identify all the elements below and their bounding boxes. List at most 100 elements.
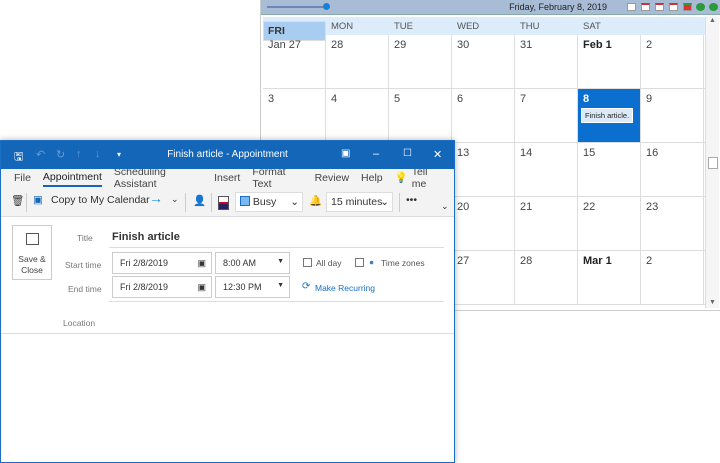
day-view-icon[interactable] — [627, 3, 636, 11]
day-number: 14 — [520, 147, 533, 159]
day-cell[interactable]: 3 — [263, 89, 326, 142]
zoom-slider[interactable] — [267, 6, 327, 8]
calendar-download-icon: ▣ — [33, 194, 43, 206]
day-cell[interactable]: 9 — [641, 89, 704, 142]
delete-icon[interactable]: 🗑 — [11, 194, 24, 207]
divider — [211, 193, 212, 212]
day-number: 16 — [646, 147, 659, 159]
day-number: 21 — [520, 201, 533, 213]
ribbon-tabs: File Appointment Scheduling Assistant In… — [1, 166, 454, 190]
day-cell[interactable]: 23 — [641, 197, 704, 250]
save-and-close-button[interactable]: Save & Close — [12, 225, 52, 280]
calendar-icon[interactable]: ▣ — [197, 282, 206, 293]
categorize-icon[interactable] — [218, 196, 229, 210]
day-number: 23 — [646, 201, 659, 213]
day-cell[interactable]: Jan 27 — [263, 35, 326, 88]
day-number: 3 — [268, 93, 275, 105]
calendar-event[interactable]: Finish article. — [581, 108, 634, 123]
forward-arrow-icon[interactable]: → — [149, 190, 163, 206]
forward-dropdown-icon[interactable]: ⌄ — [171, 194, 179, 205]
day-cell[interactable]: 2 — [641, 251, 704, 304]
day-cell[interactable]: 13 — [452, 143, 515, 196]
title-input[interactable]: Finish article — [112, 231, 180, 243]
maximize-icon[interactable]: ☐ — [403, 148, 412, 159]
end-time-label: End time — [68, 284, 102, 294]
start-time-select[interactable]: 8:00 AM ▼ — [215, 252, 290, 274]
all-day-checkbox[interactable] — [303, 258, 312, 267]
day-headers: SUNMONTUEWEDTHUFRISAT — [263, 17, 705, 41]
day-number: Jan 27 — [268, 39, 302, 51]
day-cell[interactable]: 2 — [641, 35, 704, 88]
invite-attendees-icon[interactable]: 👤 — [193, 194, 206, 207]
day-cell[interactable]: 31 — [515, 35, 578, 88]
month-view-icon[interactable] — [669, 3, 678, 11]
day-cell[interactable]: 28 — [326, 35, 389, 88]
day-number: 28 — [520, 255, 533, 267]
tab-appointment[interactable]: Appointment — [42, 171, 102, 187]
day-cell[interactable]: 16 — [641, 143, 704, 196]
scroll-down-icon[interactable]: ▼ — [709, 299, 716, 306]
day-cell[interactable]: 4 — [326, 89, 389, 142]
day-number: 7 — [520, 93, 527, 105]
year-view-icon[interactable] — [683, 3, 692, 11]
day-cell[interactable]: Mar 1 — [578, 251, 641, 304]
day-cell[interactable]: 20 — [452, 197, 515, 250]
day-number: Feb 1 — [583, 39, 612, 51]
day-header-thu: THU — [520, 21, 540, 32]
time-zones-checkbox[interactable] — [355, 258, 364, 267]
minimize-icon[interactable]: – — [373, 148, 379, 160]
end-date-picker[interactable]: Fri 2/8/2019 ▣ — [112, 276, 212, 298]
show-as-select[interactable]: Busy ⌄ — [235, 192, 303, 212]
tab-file[interactable]: File — [14, 172, 31, 186]
day-cell[interactable]: 7 — [515, 89, 578, 142]
day-cell[interactable]: 22 — [578, 197, 641, 250]
day-cell[interactable]: 8 Finish article. — [578, 89, 641, 142]
day-cell[interactable]: 29 — [389, 35, 452, 88]
save-close-icon — [26, 233, 39, 245]
expand-ribbon-icon[interactable]: ⌄ — [441, 201, 449, 212]
end-time-select[interactable]: 12:30 PM ▼ — [215, 276, 290, 298]
day-cell[interactable]: 30 — [452, 35, 515, 88]
tab-insert[interactable]: Insert — [214, 172, 240, 186]
chevron-down-icon: ⌄ — [290, 196, 299, 208]
calendar-toolbar: Friday, February 8, 2019 — [261, 0, 720, 15]
reminder-bell-icon: 🔔 — [309, 195, 323, 207]
ribbon-display-icon[interactable]: ▣ — [341, 148, 350, 159]
time-zones-label: Time zones — [381, 258, 425, 268]
make-recurring-link[interactable]: Make Recurring — [315, 283, 375, 293]
window-title: Finish article - Appointment — [167, 149, 288, 160]
day-cell[interactable]: 14 — [515, 143, 578, 196]
start-date-picker[interactable]: Fri 2/8/2019 ▣ — [112, 252, 212, 274]
day-cell[interactable]: 27 — [452, 251, 515, 304]
more-options-button[interactable]: ••• — [406, 194, 417, 206]
copy-to-calendar-button[interactable]: Copy to My Calendar — [51, 194, 150, 206]
reminder-select[interactable]: 15 minutes ⌄ — [326, 192, 393, 212]
day-cell[interactable]: Feb 1 — [578, 35, 641, 88]
day-cell[interactable]: 21 — [515, 197, 578, 250]
lightbulb-icon: 💡 — [394, 172, 408, 184]
week-view-icon[interactable] — [655, 3, 664, 11]
end-time-value: 12:30 PM — [223, 282, 262, 292]
day-cell[interactable]: 28 — [515, 251, 578, 304]
forward-icon[interactable] — [709, 3, 718, 11]
all-day-label: All day — [316, 258, 342, 268]
tab-review[interactable]: Review — [315, 172, 349, 186]
start-date-value: Fri 2/8/2019 — [120, 258, 169, 268]
day-number: 27 — [457, 255, 470, 267]
dropdown-icon: ▼ — [277, 258, 284, 265]
day-number: 5 — [394, 93, 401, 105]
week-row: 3 4 5 6 7 8 Finish article. 9 — [263, 89, 705, 143]
day-cell[interactable]: 5 — [389, 89, 452, 142]
tab-help[interactable]: Help — [361, 172, 383, 186]
day-cell[interactable]: 6 — [452, 89, 515, 142]
day-cell[interactable]: 15 — [578, 143, 641, 196]
calendar-icon[interactable]: ▣ — [197, 258, 206, 269]
work-week-view-icon[interactable] — [641, 3, 650, 11]
recurrence-icon[interactable]: ⟳ — [302, 281, 310, 292]
back-icon[interactable] — [696, 3, 705, 11]
scroll-up-icon[interactable]: ▲ — [706, 17, 719, 24]
zoom-slider-knob[interactable] — [323, 3, 330, 10]
scroll-thumb[interactable] — [708, 157, 718, 169]
close-icon[interactable]: ✕ — [433, 148, 442, 161]
vertical-scrollbar[interactable]: ▲ ▼ — [705, 17, 719, 308]
